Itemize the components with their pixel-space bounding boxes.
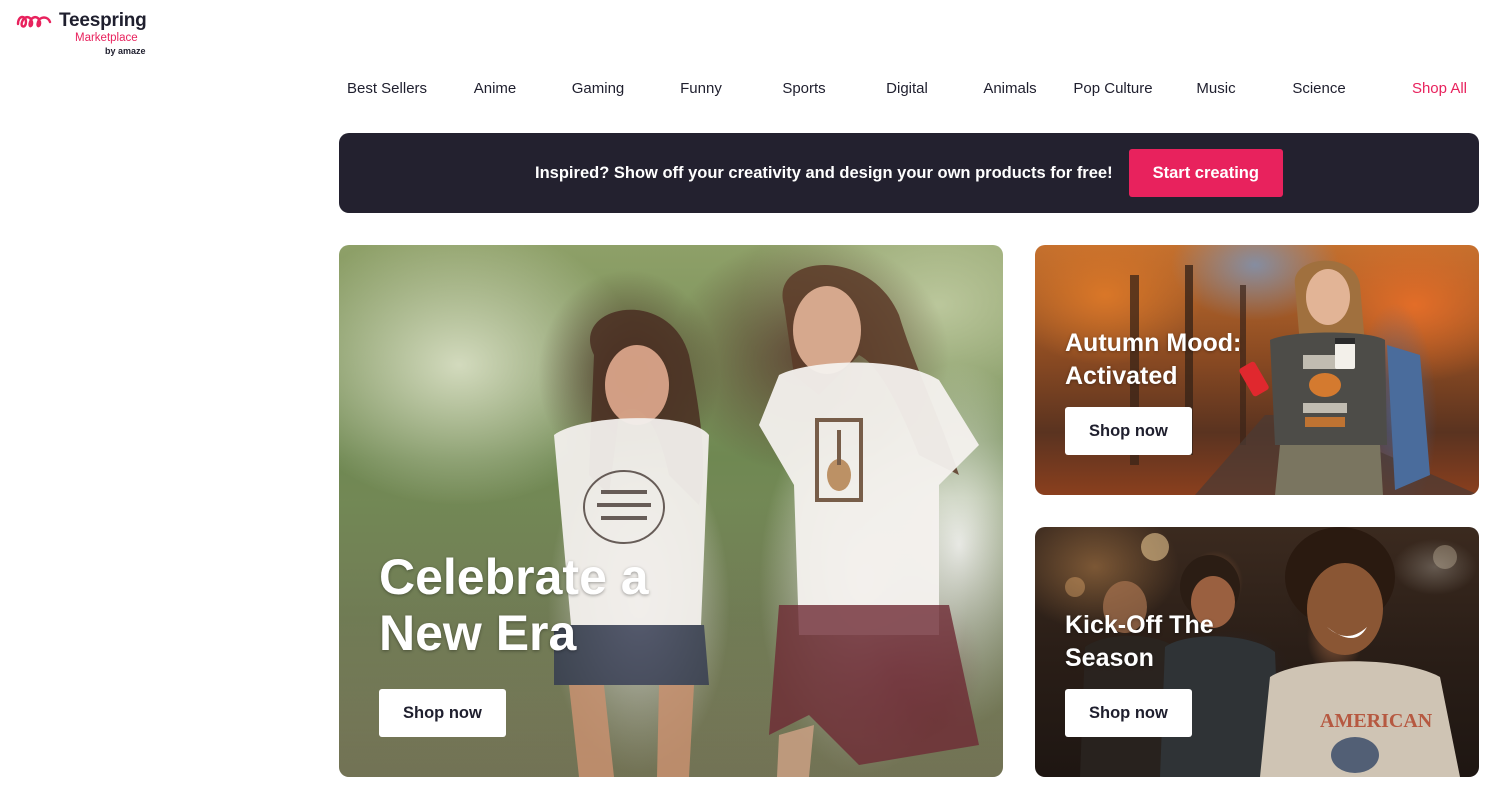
nav-music[interactable]: Music: [1171, 78, 1261, 100]
promo-card-autumn[interactable]: Autumn Mood: Activated Shop now: [1035, 245, 1479, 495]
nav-best-sellers[interactable]: Best Sellers: [347, 78, 437, 100]
nav-funny[interactable]: Funny: [656, 78, 746, 100]
shop-now-button-celebrate[interactable]: Shop now: [379, 689, 506, 737]
nav-sports[interactable]: Sports: [759, 78, 849, 100]
promo-card-celebrate[interactable]: Celebrate a New Era Shop now: [339, 245, 1003, 777]
svg-text:AMERICAN: AMERICAN: [1320, 710, 1433, 732]
nav-shop-all[interactable]: Shop All: [1377, 78, 1467, 100]
promo-title-line2: Season: [1065, 644, 1154, 672]
nav-pop-culture[interactable]: Pop Culture: [1068, 78, 1158, 100]
promo-title-line1: Kick-Off The: [1065, 611, 1214, 639]
shop-now-button-kickoff[interactable]: Shop now: [1065, 689, 1192, 737]
logo-name: Teespring: [59, 10, 147, 31]
nav-animals[interactable]: Animals: [965, 78, 1055, 100]
create-banner-text: Inspired? Show off your creativity and d…: [535, 163, 1113, 182]
teespring-logo[interactable]: Teespring Marketplace by amaze: [16, 8, 166, 60]
promo-title-line2: Activated: [1065, 362, 1178, 390]
shop-now-button-autumn[interactable]: Shop now: [1065, 407, 1192, 455]
nav-science[interactable]: Science: [1274, 78, 1364, 100]
nav-gaming[interactable]: Gaming: [553, 78, 643, 100]
promo-title-line1: Autumn Mood:: [1065, 329, 1242, 357]
promo-title-autumn: Autumn Mood: Activated: [1065, 327, 1285, 393]
promo-title-celebrate: Celebrate a New Era: [379, 549, 739, 661]
promo-title-kickoff: Kick-Off The Season: [1065, 609, 1285, 675]
nav-digital[interactable]: Digital: [862, 78, 952, 100]
logo-byline: by amaze: [105, 46, 146, 56]
start-creating-button[interactable]: Start creating: [1128, 149, 1283, 197]
promo-title-line2: New Era: [379, 605, 577, 661]
promo-card-kickoff[interactable]: AMERICAN Kick-Off The Season Shop now: [1035, 527, 1479, 777]
promo-title-line1: Celebrate a: [379, 549, 649, 605]
category-nav: Best Sellers Anime Gaming Funny Sports D…: [335, 78, 1479, 100]
create-banner: Inspired? Show off your creativity and d…: [339, 133, 1479, 213]
teespring-logo-icon: [16, 15, 52, 28]
logo-subtitle: Marketplace: [75, 32, 138, 44]
nav-anime[interactable]: Anime: [450, 78, 540, 100]
